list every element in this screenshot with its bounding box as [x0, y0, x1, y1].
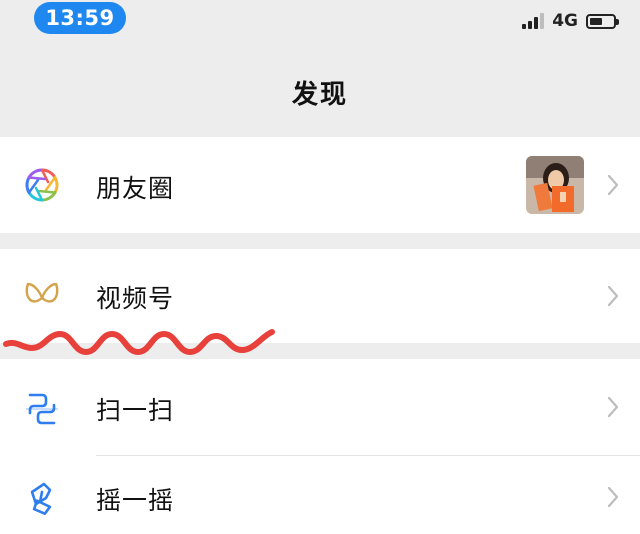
scan-icon — [26, 393, 58, 425]
channels-icon — [25, 282, 59, 303]
battery-icon — [586, 13, 619, 29]
status-indicators: 4G — [522, 10, 619, 32]
menu-item-label: 视频号 — [96, 284, 175, 313]
menu-item-scan[interactable]: 扫一扫 — [0, 359, 640, 455]
menu-item-label: 摇一摇 — [96, 486, 175, 515]
moments-latest-photo-thumbnail — [526, 156, 584, 214]
chevron-right-icon — [607, 174, 619, 196]
network-type: 4G — [552, 11, 578, 31]
chevron-right-icon — [607, 285, 619, 307]
page-title: 发现 — [291, 80, 348, 110]
signal-icon — [522, 13, 545, 29]
menu-item-label: 扫一扫 — [96, 396, 175, 425]
status-time: 13:59 — [34, 2, 126, 34]
menu-item-label: 朋友圈 — [96, 174, 175, 203]
menu-group-tools: 扫一扫 摇一摇 — [0, 359, 640, 534]
moments-icon — [25, 168, 59, 202]
menu-item-moments[interactable]: 朋友圈 — [0, 137, 640, 233]
red-scribble-annotation — [3, 329, 275, 355]
shake-icon — [30, 482, 52, 515]
menu-item-shake[interactable]: 摇一摇 — [0, 456, 640, 534]
status-bar: 13:59 4G — [0, 0, 640, 52]
chevron-right-icon — [607, 396, 619, 418]
chevron-right-icon — [607, 486, 619, 508]
